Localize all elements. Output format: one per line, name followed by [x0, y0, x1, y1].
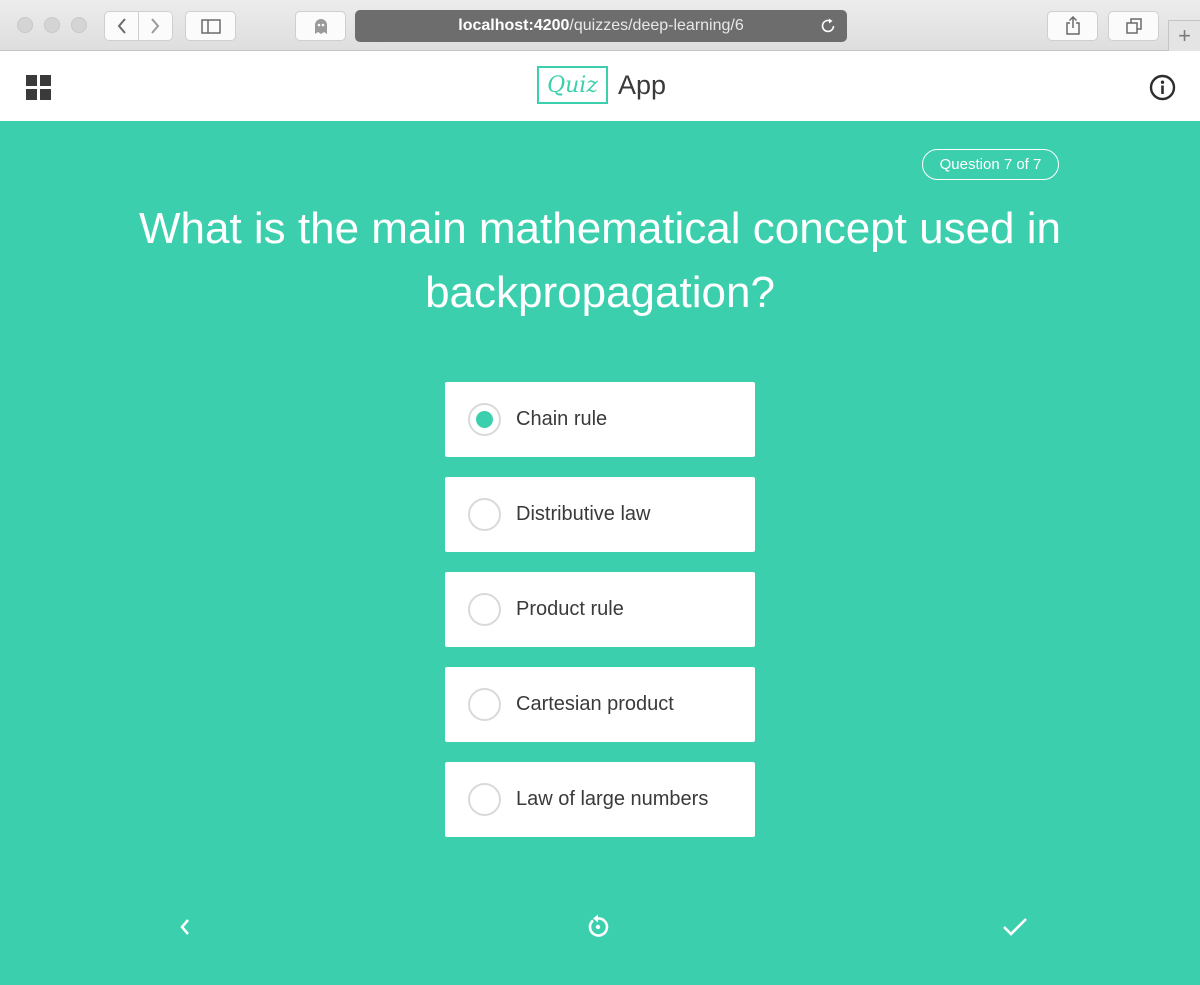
window-minimize-button[interactable] — [44, 17, 60, 33]
check-icon — [1003, 918, 1027, 936]
share-icon — [1065, 16, 1080, 35]
radio-icon[interactable] — [468, 593, 501, 626]
brand-logo-mark: Quiz — [537, 66, 608, 104]
browser-toolbar: localhost:4200/quizzes/deep-learning/6 + — [0, 0, 1200, 51]
answer-option[interactable]: Chain rule — [445, 382, 755, 457]
window-close-button[interactable] — [17, 17, 33, 33]
radio-icon[interactable] — [468, 783, 501, 816]
answer-option-label: Product rule — [516, 598, 624, 620]
address-bar[interactable]: localhost:4200/quizzes/deep-learning/6 — [355, 10, 847, 42]
restart-quiz-button[interactable] — [583, 912, 613, 942]
answer-option[interactable]: Distributive law — [445, 477, 755, 552]
tabs-overview-button[interactable] — [1108, 11, 1159, 41]
answer-option-label: Chain rule — [516, 408, 608, 430]
share-button[interactable] — [1047, 11, 1098, 41]
url-host: localhost:4200 — [458, 17, 570, 34]
question-text: What is the main mathematical concept us… — [138, 204, 1061, 317]
answer-option[interactable]: Law of large numbers — [445, 762, 755, 837]
app-header: Quiz App — [0, 51, 1200, 121]
sidebar-toggle-button[interactable] — [185, 11, 236, 41]
quiz-stage: Question 7 of 7 What is the main mathema… — [0, 121, 1200, 985]
brand-app-name: App — [618, 69, 667, 100]
radio-icon[interactable] — [468, 688, 501, 721]
answer-options: Chain rule Distributive law Product rule… — [445, 382, 755, 857]
answer-option-label: Cartesian product — [516, 693, 674, 715]
reload-icon[interactable] — [819, 17, 837, 40]
ghost-icon — [314, 19, 327, 34]
radio-icon[interactable] — [468, 498, 501, 531]
history-nav — [104, 11, 173, 41]
radio-selected-icon[interactable] — [468, 403, 501, 436]
answer-option-label: Distributive law — [516, 503, 651, 525]
forward-icon[interactable] — [139, 12, 172, 40]
question-progress-badge: Question 7 of 7 — [922, 149, 1059, 180]
answer-option-label: Law of large numbers — [516, 788, 709, 810]
extension-button[interactable] — [295, 11, 346, 41]
info-icon[interactable] — [1149, 74, 1176, 101]
plus-icon: + — [1178, 23, 1191, 48]
window-zoom-button[interactable] — [71, 17, 87, 33]
grid-icon[interactable] — [26, 75, 51, 100]
brand-logo[interactable]: Quiz App — [537, 65, 666, 105]
tabs-icon — [1125, 18, 1142, 34]
sidebar-icon — [200, 18, 221, 34]
previous-question-button[interactable] — [170, 912, 200, 942]
url-path: /quizzes/deep-learning/6 — [569, 17, 744, 34]
answer-option[interactable]: Cartesian product — [445, 667, 755, 742]
chevron-left-icon — [180, 919, 189, 935]
submit-answer-button[interactable] — [1000, 912, 1030, 942]
new-tab-button[interactable]: + — [1168, 20, 1200, 51]
restart-icon — [588, 914, 609, 937]
back-icon[interactable] — [105, 12, 138, 40]
answer-option[interactable]: Product rule — [445, 572, 755, 647]
